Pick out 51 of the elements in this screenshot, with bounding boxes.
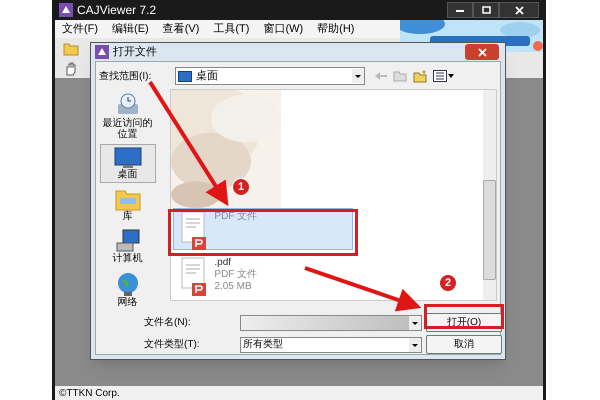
maximize-icon [482, 6, 490, 14]
monitor-icon [114, 147, 142, 169]
filename-label: 文件名(N): [144, 316, 192, 330]
pdf-file-icon [180, 257, 208, 297]
file-name: .pdf [214, 257, 232, 269]
menu-item[interactable]: 工具(T) [206, 20, 256, 38]
minimize-icon [456, 8, 464, 12]
dialog-title: 打开文件 [113, 44, 157, 60]
minimize-button[interactable] [447, 2, 473, 18]
places-label: 最近访问的位置 [102, 118, 154, 140]
look-in-label: 查找范围(I): [99, 70, 152, 84]
caret-icon [352, 69, 364, 83]
menu-item[interactable]: 编辑(E) [105, 20, 156, 38]
status-text: ©TTKN Corp. [59, 386, 120, 400]
places-item[interactable]: 桌面 [100, 144, 156, 183]
filetype-label: 文件类型(T): [144, 338, 201, 352]
close-button[interactable] [499, 2, 539, 18]
menu-item[interactable]: 查看(V) [156, 20, 206, 38]
file-type: PDF 文件 [214, 269, 258, 281]
places-label: 网络 [118, 297, 138, 308]
view-menu-icon[interactable] [433, 70, 455, 82]
menu-item[interactable]: 帮助(H) [310, 20, 362, 38]
monitor-icon [178, 70, 192, 82]
file-size: 2.05 MB [214, 281, 253, 293]
places-item[interactable]: 网络 [100, 268, 156, 311]
places-item[interactable]: 计算机 [100, 226, 156, 267]
look-in-dropdown[interactable]: 桌面 [175, 67, 365, 85]
app-logo-icon [59, 3, 73, 17]
filetype-dropdown[interactable]: 所有类型 [240, 336, 422, 352]
cancel-button[interactable]: 取消 [426, 335, 502, 354]
caret-icon [409, 338, 421, 352]
file-item[interactable]: .pdf PDF 文件 2.05 MB [173, 254, 354, 296]
maximize-button[interactable] [473, 2, 499, 18]
pdf-file-icon [180, 211, 208, 251]
menu-item[interactable]: 窗口(W) [256, 20, 310, 38]
app-logo-icon [95, 45, 109, 59]
places-item[interactable]: 库 [100, 184, 156, 225]
places-item[interactable]: 最近访问的位置 [100, 89, 156, 143]
computer-icon [114, 229, 141, 253]
menu-item[interactable]: 文件(F) [55, 20, 106, 38]
places-label: 计算机 [112, 253, 143, 264]
window-title: CAJViewer 7.2 [77, 2, 156, 19]
new-folder-icon[interactable] [413, 70, 427, 82]
close-icon [478, 48, 486, 56]
places-label: 桌面 [118, 169, 138, 180]
close-icon [514, 6, 524, 14]
places-label: 库 [122, 211, 133, 222]
caret-icon [409, 316, 421, 330]
filename-field[interactable] [240, 314, 422, 330]
scrollbar[interactable] [483, 90, 496, 300]
folder-icon[interactable] [63, 42, 79, 56]
